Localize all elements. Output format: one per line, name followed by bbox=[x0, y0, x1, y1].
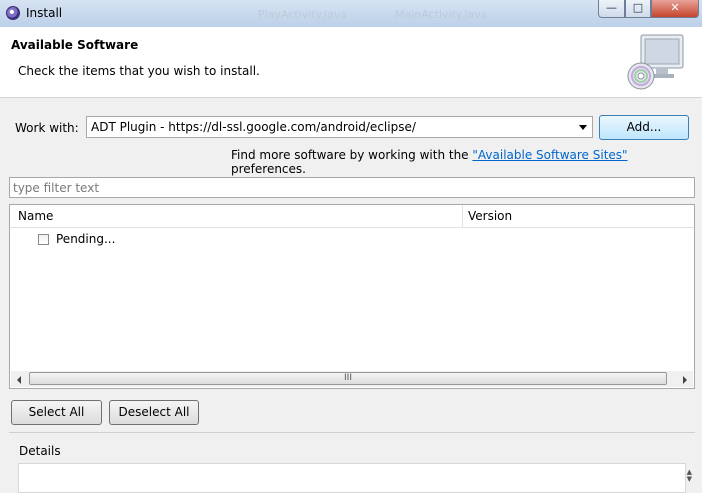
work-with-label: Work with: bbox=[15, 121, 79, 135]
column-header-name[interactable]: Name bbox=[18, 209, 53, 223]
row-checkbox[interactable] bbox=[38, 234, 49, 245]
table-row[interactable]: Pending... bbox=[10, 229, 694, 251]
software-table: Name Version Pending... III bbox=[9, 204, 695, 389]
page-title: Available Software bbox=[11, 38, 139, 52]
column-header-version[interactable]: Version bbox=[468, 209, 512, 223]
find-more-prefix: Find more software by working with the bbox=[231, 148, 473, 162]
scroll-right-icon[interactable] bbox=[683, 376, 687, 384]
close-icon: ✕ bbox=[670, 1, 680, 14]
eclipse-icon bbox=[6, 6, 20, 20]
find-more-suffix: preferences. bbox=[231, 162, 306, 176]
window-title: Install bbox=[26, 6, 63, 20]
page-description: Check the items that you wish to install… bbox=[18, 64, 260, 78]
dialog-header: Available Software Check the items that … bbox=[0, 27, 702, 98]
details-text-area[interactable] bbox=[18, 463, 686, 493]
scroll-grip-icon: III bbox=[344, 373, 352, 383]
scroll-left-icon[interactable] bbox=[17, 376, 21, 384]
available-software-sites-link[interactable]: "Available Software Sites" bbox=[472, 148, 627, 162]
details-section: Details ▲ ▼ bbox=[9, 432, 695, 493]
details-scroll-arrows-icon[interactable]: ▲ ▼ bbox=[687, 469, 692, 483]
row-label: Pending... bbox=[56, 232, 116, 246]
deselect-all-button[interactable]: Deselect All bbox=[109, 400, 199, 425]
window-titlebar: Install PlayActivity.java MainActivity.j… bbox=[0, 0, 702, 28]
details-label: Details bbox=[19, 444, 61, 458]
work-with-value: ADT Plugin - https://dl-ssl.google.com/a… bbox=[91, 120, 416, 134]
software-cd-monitor-icon bbox=[627, 34, 684, 90]
maximize-button[interactable]: □ bbox=[625, 0, 651, 18]
maximize-icon: □ bbox=[632, 1, 644, 14]
work-with-combo[interactable]: ADT Plugin - https://dl-ssl.google.com/a… bbox=[86, 116, 593, 138]
scroll-thumb[interactable]: III bbox=[29, 372, 667, 385]
background-tab-2: MainActivity.java bbox=[395, 8, 488, 21]
horizontal-scrollbar[interactable]: III bbox=[11, 371, 693, 387]
close-button[interactable]: ✕ bbox=[651, 0, 699, 18]
filter-input[interactable] bbox=[10, 178, 694, 197]
minimize-icon: — bbox=[606, 1, 617, 14]
select-all-button[interactable]: Select All bbox=[11, 400, 102, 425]
filter-box bbox=[9, 177, 695, 198]
background-tab-1: PlayActivity.java bbox=[258, 8, 348, 21]
chevron-down-icon[interactable] bbox=[579, 125, 587, 130]
table-header: Name Version bbox=[10, 205, 694, 228]
find-more-text: Find more software by working with the "… bbox=[231, 148, 702, 176]
minimize-button[interactable]: — bbox=[598, 0, 625, 18]
column-divider[interactable] bbox=[462, 205, 463, 227]
add-button[interactable]: Add... bbox=[599, 115, 689, 140]
